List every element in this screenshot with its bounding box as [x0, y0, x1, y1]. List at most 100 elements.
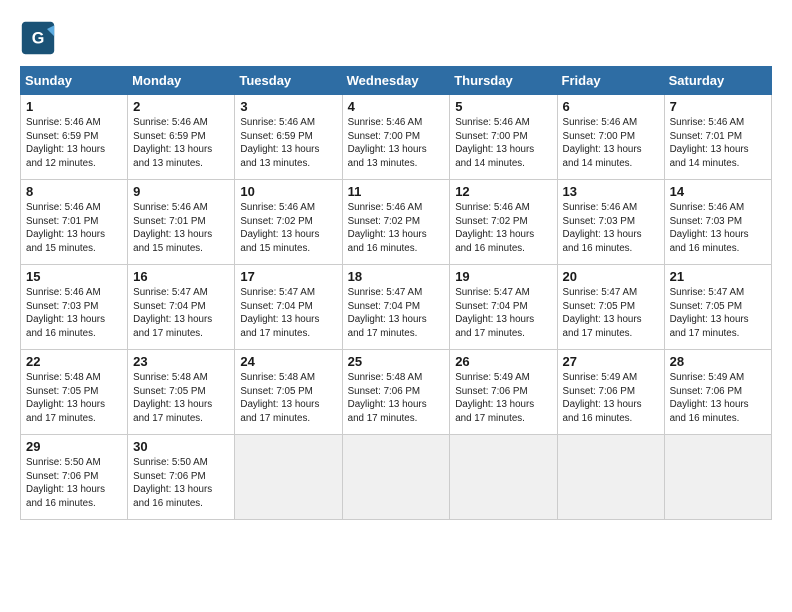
calendar-cell: 27Sunrise: 5:49 AMSunset: 7:06 PMDayligh…: [557, 350, 664, 435]
day-number: 7: [670, 99, 766, 114]
calendar-cell: 10 Sunrise: 5:46 AMSunset: 7:02 PMDayligh…: [235, 180, 342, 265]
week-row-4: 22 Sunrise: 5:48 AMSunset: 7:05 PMDayligh…: [21, 350, 772, 435]
day-number: 14: [670, 184, 766, 199]
day-number: 3: [240, 99, 336, 114]
day-info: Sunrise: 5:47 AMSunset: 7:04 PMDaylight:…: [133, 286, 229, 341]
day-number: 16: [133, 269, 229, 284]
day-number: 6: [563, 99, 659, 114]
day-info: Sunrise: 5:50 AMSunset: 7:06 PMDaylight:…: [133, 456, 229, 511]
day-info: Sunrise: 5:47 AMSunset: 7:04 PMDaylight:…: [240, 286, 336, 341]
day-info: Sunrise: 5:46 AMSunset: 7:03 PMDaylight:…: [670, 201, 766, 256]
day-number: 10: [240, 184, 336, 199]
weekday-header-row: SundayMondayTuesdayWednesdayThursdayFrid…: [21, 67, 772, 95]
day-info: Sunrise: 5:50 AMSunset: 7:06 PMDaylight:…: [26, 456, 122, 511]
day-info: Sunrise: 5:46 AMSunset: 7:00 PMDaylight:…: [348, 116, 445, 171]
calendar-cell: [450, 435, 557, 520]
day-number: 15: [26, 269, 122, 284]
day-info: Sunrise: 5:46 AMSunset: 6:59 PMDaylight:…: [133, 116, 229, 171]
calendar-cell: 16 Sunrise: 5:47 AMSunset: 7:04 PMDayligh…: [128, 265, 235, 350]
day-info: Sunrise: 5:46 AMSunset: 6:59 PMDaylight:…: [240, 116, 336, 171]
calendar-cell: 25Sunrise: 5:48 AMSunset: 7:06 PMDayligh…: [342, 350, 450, 435]
calendar-cell: 2 Sunrise: 5:46 AMSunset: 6:59 PMDaylight…: [128, 95, 235, 180]
week-row-2: 8 Sunrise: 5:46 AMSunset: 7:01 PMDaylight…: [21, 180, 772, 265]
day-number: 8: [26, 184, 122, 199]
calendar-cell: [664, 435, 771, 520]
calendar-cell: [342, 435, 450, 520]
day-info: Sunrise: 5:46 AMSunset: 7:01 PMDaylight:…: [670, 116, 766, 171]
calendar-cell: 26Sunrise: 5:49 AMSunset: 7:06 PMDayligh…: [450, 350, 557, 435]
week-row-3: 15 Sunrise: 5:46 AMSunset: 7:03 PMDayligh…: [21, 265, 772, 350]
weekday-header-monday: Monday: [128, 67, 235, 95]
calendar-cell: 7 Sunrise: 5:46 AMSunset: 7:01 PMDaylight…: [664, 95, 771, 180]
day-number: 28: [670, 354, 766, 369]
logo: G: [20, 20, 60, 56]
calendar-cell: 22 Sunrise: 5:48 AMSunset: 7:05 PMDayligh…: [21, 350, 128, 435]
calendar-cell: 24 Sunrise: 5:48 AMSunset: 7:05 PMDayligh…: [235, 350, 342, 435]
day-info: Sunrise: 5:49 AMSunset: 7:06 PMDaylight:…: [670, 371, 766, 426]
day-info: Sunrise: 5:46 AMSunset: 7:02 PMDaylight:…: [455, 201, 551, 256]
calendar-cell: 17Sunrise: 5:47 AMSunset: 7:04 PMDayligh…: [235, 265, 342, 350]
calendar-cell: 21 Sunrise: 5:47 AMSunset: 7:05 PMDayligh…: [664, 265, 771, 350]
day-number: 12: [455, 184, 551, 199]
day-number: 11: [348, 184, 445, 199]
day-number: 5: [455, 99, 551, 114]
calendar-cell: 15 Sunrise: 5:46 AMSunset: 7:03 PMDayligh…: [21, 265, 128, 350]
calendar-cell: 13 Sunrise: 5:46 AMSunset: 7:03 PMDayligh…: [557, 180, 664, 265]
week-row-5: 29 Sunrise: 5:50 AMSunset: 7:06 PMDayligh…: [21, 435, 772, 520]
day-info: Sunrise: 5:46 AMSunset: 7:03 PMDaylight:…: [26, 286, 122, 341]
day-info: Sunrise: 5:47 AMSunset: 7:04 PMDaylight:…: [348, 286, 445, 341]
weekday-header-thursday: Thursday: [450, 67, 557, 95]
weekday-header-tuesday: Tuesday: [235, 67, 342, 95]
calendar-cell: 30 Sunrise: 5:50 AMSunset: 7:06 PMDayligh…: [128, 435, 235, 520]
calendar-cell: 29 Sunrise: 5:50 AMSunset: 7:06 PMDayligh…: [21, 435, 128, 520]
day-number: 18: [348, 269, 445, 284]
day-info: Sunrise: 5:46 AMSunset: 7:01 PMDaylight:…: [133, 201, 229, 256]
day-info: Sunrise: 5:47 AMSunset: 7:05 PMDaylight:…: [563, 286, 659, 341]
weekday-header-wednesday: Wednesday: [342, 67, 450, 95]
day-info: Sunrise: 5:46 AMSunset: 7:00 PMDaylight:…: [455, 116, 551, 171]
day-number: 1: [26, 99, 122, 114]
week-row-1: 1 Sunrise: 5:46 AMSunset: 6:59 PMDaylight…: [21, 95, 772, 180]
logo-icon: G: [20, 20, 56, 56]
weekday-header-sunday: Sunday: [21, 67, 128, 95]
calendar-cell: 5 Sunrise: 5:46 AMSunset: 7:00 PMDaylight…: [450, 95, 557, 180]
day-info: Sunrise: 5:48 AMSunset: 7:05 PMDaylight:…: [26, 371, 122, 426]
day-info: Sunrise: 5:46 AMSunset: 7:02 PMDaylight:…: [240, 201, 336, 256]
day-number: 22: [26, 354, 122, 369]
day-number: 30: [133, 439, 229, 454]
calendar-cell: 3 Sunrise: 5:46 AMSunset: 6:59 PMDaylight…: [235, 95, 342, 180]
calendar-cell: 18 Sunrise: 5:47 AMSunset: 7:04 PMDayligh…: [342, 265, 450, 350]
day-info: Sunrise: 5:46 AMSunset: 6:59 PMDaylight:…: [26, 116, 122, 171]
day-info: Sunrise: 5:48 AMSunset: 7:05 PMDaylight:…: [240, 371, 336, 426]
day-info: Sunrise: 5:47 AMSunset: 7:05 PMDaylight:…: [670, 286, 766, 341]
calendar-cell: 1 Sunrise: 5:46 AMSunset: 6:59 PMDaylight…: [21, 95, 128, 180]
day-info: Sunrise: 5:46 AMSunset: 7:00 PMDaylight:…: [563, 116, 659, 171]
day-number: 4: [348, 99, 445, 114]
calendar-cell: 8Sunrise: 5:46 AMSunset: 7:01 PMDaylight…: [21, 180, 128, 265]
day-number: 21: [670, 269, 766, 284]
day-number: 29: [26, 439, 122, 454]
calendar-cell: 11 Sunrise: 5:46 AMSunset: 7:02 PMDayligh…: [342, 180, 450, 265]
day-info: Sunrise: 5:46 AMSunset: 7:02 PMDaylight:…: [348, 201, 445, 256]
day-info: Sunrise: 5:46 AMSunset: 7:03 PMDaylight:…: [563, 201, 659, 256]
calendar-cell: 9 Sunrise: 5:46 AMSunset: 7:01 PMDaylight…: [128, 180, 235, 265]
weekday-header-friday: Friday: [557, 67, 664, 95]
calendar-cell: 23Sunrise: 5:48 AMSunset: 7:05 PMDayligh…: [128, 350, 235, 435]
weekday-header-saturday: Saturday: [664, 67, 771, 95]
calendar-cell: [235, 435, 342, 520]
calendar-cell: 4 Sunrise: 5:46 AMSunset: 7:00 PMDaylight…: [342, 95, 450, 180]
calendar-cell: 28 Sunrise: 5:49 AMSunset: 7:06 PMDayligh…: [664, 350, 771, 435]
day-info: Sunrise: 5:49 AMSunset: 7:06 PMDaylight:…: [563, 371, 659, 426]
day-number: 26: [455, 354, 551, 369]
day-number: 9: [133, 184, 229, 199]
day-info: Sunrise: 5:48 AMSunset: 7:06 PMDaylight:…: [348, 371, 445, 426]
day-number: 19: [455, 269, 551, 284]
day-number: 2: [133, 99, 229, 114]
page-header: G: [20, 20, 772, 56]
day-number: 23: [133, 354, 229, 369]
day-number: 13: [563, 184, 659, 199]
day-info: Sunrise: 5:47 AMSunset: 7:04 PMDaylight:…: [455, 286, 551, 341]
day-number: 24: [240, 354, 336, 369]
day-number: 20: [563, 269, 659, 284]
calendar-cell: 19 Sunrise: 5:47 AMSunset: 7:04 PMDayligh…: [450, 265, 557, 350]
